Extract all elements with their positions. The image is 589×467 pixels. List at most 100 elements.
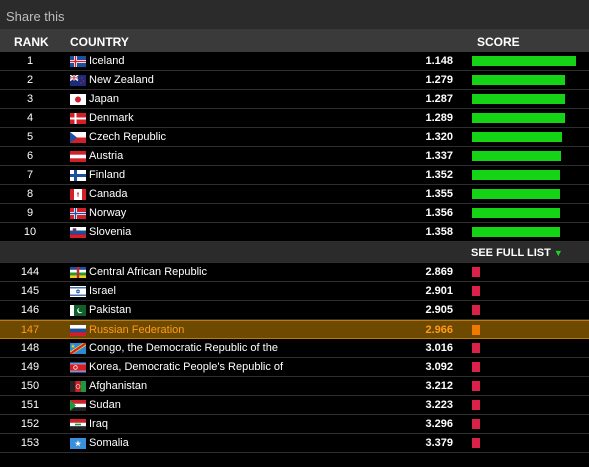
score-value: 3.092: [425, 361, 453, 373]
rank-cell: 147: [20, 324, 40, 336]
see-full-list-label[interactable]: SEE FULL LIST: [471, 247, 551, 259]
table-row[interactable]: 148 Congo, the Democratic Republic of the…: [0, 339, 589, 358]
table-row[interactable]: 149 Korea, Democratic People's Republic o…: [0, 358, 589, 377]
score-bar: [472, 227, 560, 237]
country-name[interactable]: Iceland: [89, 55, 124, 67]
rank-cell: 8: [26, 188, 34, 200]
table-row[interactable]: 4 Denmark 1.289: [0, 109, 589, 128]
country-name[interactable]: Finland: [89, 169, 125, 181]
table-row[interactable]: 1 Iceland 1.148: [0, 52, 589, 71]
new-zealand-flag-icon: [70, 75, 86, 86]
score-value: 2.901: [425, 285, 453, 297]
table-row[interactable]: 10 Slovenia 1.358: [0, 223, 589, 242]
sudan-flag-icon: [70, 400, 86, 411]
score-bar: [472, 362, 480, 372]
table-row[interactable]: 145 Israel 2.901: [0, 282, 589, 301]
canada-flag-icon: [70, 189, 86, 200]
rank-cell: 5: [26, 131, 34, 143]
country-name[interactable]: Somalia: [89, 437, 129, 449]
score-bar: [472, 438, 480, 448]
table-row[interactable]: 147 Russian Federation 2.966: [0, 320, 589, 339]
dr-congo-flag-icon: [70, 343, 86, 354]
rank-cell: 149: [20, 361, 40, 373]
rank-cell: 6: [26, 150, 34, 162]
score-bar: [472, 189, 560, 199]
country-name[interactable]: Slovenia: [89, 226, 131, 238]
table-row[interactable]: 7 Finland 1.352: [0, 166, 589, 185]
table-row[interactable]: 150 Afghanistan 3.212: [0, 377, 589, 396]
see-full-list-bar: SEE FULL LIST ▼: [0, 242, 589, 263]
denmark-flag-icon: [70, 113, 86, 124]
north-korea-flag-icon: [70, 362, 86, 373]
chevron-down-icon[interactable]: ▼: [554, 248, 563, 258]
score-bar: [472, 113, 565, 123]
country-name[interactable]: Austria: [89, 150, 123, 162]
rank-cell: 9: [26, 207, 34, 219]
score-bar: [472, 305, 480, 315]
norway-flag-icon: [70, 208, 86, 219]
score-bar: [472, 343, 480, 353]
score-bar: [472, 75, 565, 85]
country-name[interactable]: Iraq: [89, 418, 108, 430]
table-row[interactable]: 6 Austria 1.337: [0, 147, 589, 166]
country-name[interactable]: Korea, Democratic People's Republic of: [89, 361, 283, 373]
israel-flag-icon: [70, 286, 86, 297]
score-value: 1.287: [425, 93, 453, 105]
japan-flag-icon: [70, 94, 86, 105]
country-name[interactable]: Denmark: [89, 112, 134, 124]
central-african-republic-flag-icon: [70, 267, 86, 278]
table-row[interactable]: 151 Sudan 3.223: [0, 396, 589, 415]
score-value: 3.296: [425, 418, 453, 430]
finland-flag-icon: [70, 170, 86, 181]
score-bar: [472, 419, 480, 429]
share-this-label[interactable]: Share this: [6, 9, 65, 24]
score-value: 3.379: [425, 437, 453, 449]
score-bar: [472, 208, 560, 218]
table-row[interactable]: 153 Somalia 3.379: [0, 434, 589, 453]
country-name[interactable]: Canada: [89, 188, 128, 200]
score-bar: [472, 132, 562, 142]
country-name[interactable]: Pakistan: [89, 304, 131, 316]
table-row[interactable]: 144 Central African Republic 2.869: [0, 263, 589, 282]
russia-flag-icon: [70, 325, 86, 336]
score-value: 1.279: [425, 74, 453, 86]
country-name[interactable]: Russian Federation: [89, 324, 184, 336]
rank-cell: 10: [23, 226, 37, 238]
table-row[interactable]: 146 Pakistan 2.905: [0, 301, 589, 320]
score-value: 2.869: [425, 266, 453, 278]
table-row[interactable]: 2 New Zealand 1.279: [0, 71, 589, 90]
rank-column-header: RANK: [14, 35, 49, 49]
score-value: 1.337: [425, 150, 453, 162]
rank-cell: 7: [26, 169, 34, 181]
country-name[interactable]: Afghanistan: [89, 380, 147, 392]
rank-cell: 146: [20, 304, 40, 316]
iraq-flag-icon: [70, 419, 86, 430]
country-name[interactable]: Congo, the Democratic Republic of the: [89, 342, 278, 354]
score-value: 2.966: [425, 324, 453, 336]
table-row[interactable]: 3 Japan 1.287: [0, 90, 589, 109]
top-ten-list: 1 Iceland 1.148 2 New Zealand 1.279 3 Japan 1.28…: [0, 52, 589, 242]
score-bar: [472, 381, 480, 391]
table-header: RANK COUNTRY SCORE: [0, 30, 589, 52]
rank-cell: 151: [20, 399, 40, 411]
table-row[interactable]: 8 Canada 1.355: [0, 185, 589, 204]
country-name[interactable]: Czech Republic: [89, 131, 166, 143]
afghanistan-flag-icon: [70, 381, 86, 392]
country-name[interactable]: Central African Republic: [89, 266, 207, 278]
country-name[interactable]: Norway: [89, 207, 126, 219]
country-name[interactable]: Japan: [89, 93, 119, 105]
country-name[interactable]: New Zealand: [89, 74, 154, 86]
see-full-list-link[interactable]: SEE FULL LIST ▼: [471, 247, 563, 259]
score-value: 3.212: [425, 380, 453, 392]
score-value: 1.148: [425, 55, 453, 67]
score-value: 3.223: [425, 399, 453, 411]
table-row[interactable]: 9 Norway 1.356: [0, 204, 589, 223]
country-name[interactable]: Sudan: [89, 399, 121, 411]
table-row[interactable]: 152 Iraq 3.296: [0, 415, 589, 434]
score-bar: [472, 170, 560, 180]
score-value: 1.352: [425, 169, 453, 181]
country-name[interactable]: Israel: [89, 285, 116, 297]
table-row[interactable]: 5 Czech Republic 1.320: [0, 128, 589, 147]
share-this-bar[interactable]: Share this: [0, 0, 589, 30]
score-value: 2.905: [425, 304, 453, 316]
